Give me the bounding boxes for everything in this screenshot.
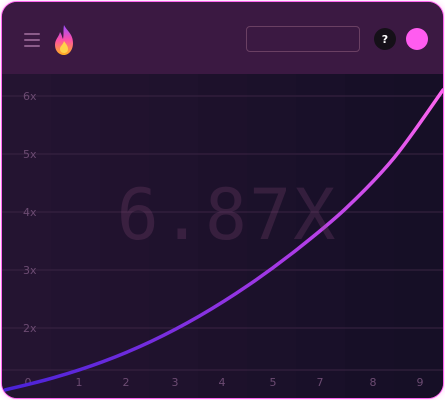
help-button[interactable]: ? [374,28,396,50]
hamburger-menu-icon[interactable] [24,33,40,47]
game-panel: ? 6x 5x 4x 3x 2x 012345789 6.87X [1,1,444,399]
x-tick-label: 9 [417,376,424,389]
grid-column [345,74,394,398]
x-tick-label: 8 [370,376,377,389]
x-tick-label: 4 [219,376,226,389]
grid-columns [2,74,443,398]
flame-logo-icon [55,25,73,55]
avatar[interactable] [406,28,428,50]
y-tick-label: 5x [23,148,37,161]
x-tick-label: 3 [172,376,179,389]
header-bar: ? [2,2,443,74]
y-tick-label: 4x [23,206,37,219]
search-input[interactable] [246,26,360,52]
grid-column [2,74,51,398]
grid-column [296,74,345,398]
y-tick-label: 6x [23,90,37,103]
grid-column [247,74,296,398]
x-tick-label: 2 [123,376,130,389]
grid-column [149,74,198,398]
x-tick-label: 7 [317,376,324,389]
y-tick-label: 3x [23,264,37,277]
y-tick-label: 2x [23,322,37,335]
grid-column [198,74,247,398]
x-tick-label: 1 [76,376,83,389]
grid-column [51,74,100,398]
grid-column [100,74,149,398]
multiplier-chart: 6x5x4x3x2x 012345789 [2,74,443,398]
x-tick-label: 5 [270,376,277,389]
